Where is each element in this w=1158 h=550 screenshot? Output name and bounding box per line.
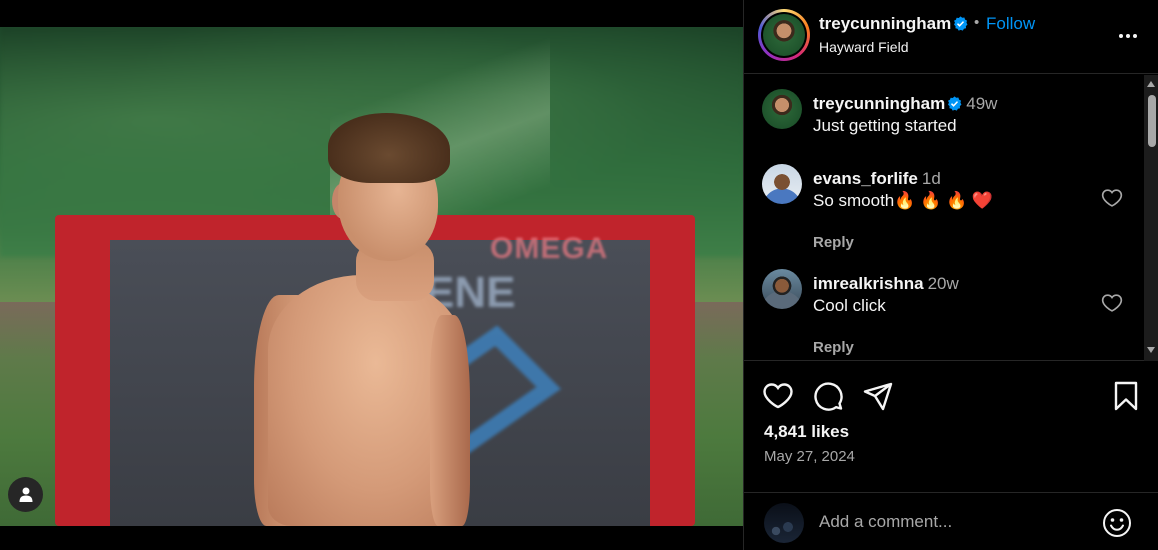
comments-list[interactable]: treycunningham 49w Just getting started … [744, 75, 1158, 361]
current-user-avatar [764, 503, 804, 543]
post-media: OMEGA ENE [0, 0, 743, 550]
post-date[interactable]: May 27, 2024 [764, 448, 855, 465]
comment-time[interactable]: 20w [928, 274, 959, 293]
add-comment-bar [744, 492, 1158, 550]
author-avatar [763, 14, 805, 56]
reply-button[interactable]: Reply [813, 234, 854, 251]
comment-text: Cool click [813, 296, 886, 315]
commenter-avatar[interactable] [762, 164, 802, 204]
scroll-down-arrow-icon[interactable] [1147, 347, 1155, 353]
comment-item: evans_forlife 1d So smooth🔥 🔥 🔥 ❤️ Reply [762, 164, 1142, 254]
comment-header: evans_forlife 1d [813, 169, 941, 189]
comment-like-heart-icon[interactable] [1101, 292, 1123, 314]
follow-button[interactable]: Follow [986, 14, 1035, 34]
comment-header: treycunningham 49w [813, 94, 997, 114]
smiley-icon[interactable] [1102, 508, 1132, 538]
more-options-button[interactable] [1114, 24, 1142, 48]
header-separator: • [974, 14, 980, 31]
comment-header: imrealkrishna 20w [813, 274, 959, 294]
comments-scrollbar[interactable] [1144, 75, 1158, 361]
person-icon [19, 487, 32, 502]
caption-comment: treycunningham 49w Just getting started [762, 89, 1142, 139]
comment-username[interactable]: treycunningham [813, 94, 945, 113]
commenter-avatar[interactable] [762, 269, 802, 309]
comment-text: Just getting started [813, 116, 957, 135]
comment-username[interactable]: evans_forlife [813, 169, 918, 188]
heart-icon[interactable] [762, 380, 794, 412]
scroll-up-arrow-icon[interactable] [1147, 81, 1155, 87]
photo-board-logo: OMEGA [490, 232, 609, 265]
post-header: treycunningham • Follow Hayward Field [744, 0, 1158, 74]
user-tags-button[interactable] [8, 477, 43, 512]
comment-time[interactable]: 49w [966, 94, 997, 113]
bookmark-icon[interactable] [1110, 380, 1142, 412]
comment-text: So smooth🔥 🔥 🔥 ❤️ [813, 191, 994, 210]
scroll-thumb[interactable] [1148, 95, 1156, 147]
comment-like-heart-icon[interactable] [1101, 187, 1123, 209]
add-comment-input[interactable] [819, 511, 1089, 533]
ellipsis-icon [1119, 34, 1137, 38]
athlete-right-arm [430, 315, 470, 526]
verified-badge-icon [954, 16, 968, 31]
athlete-hair [328, 113, 450, 183]
post-location[interactable]: Hayward Field [819, 39, 908, 55]
speech-bubble-icon[interactable] [812, 380, 844, 412]
like-count[interactable]: 4,841 likes [764, 422, 849, 442]
photo-athlete [254, 105, 470, 526]
post-actions-bar [744, 376, 1158, 416]
verified-badge-icon [948, 96, 962, 111]
author-username[interactable]: treycunningham [819, 14, 951, 33]
reply-button[interactable]: Reply [813, 339, 854, 356]
author-username-row[interactable]: treycunningham [819, 14, 968, 34]
paper-plane-icon[interactable] [862, 380, 894, 412]
comment-time[interactable]: 1d [922, 169, 941, 188]
comment-item: imrealkrishna 20w Cool click Reply [762, 269, 1142, 359]
comment-username[interactable]: imrealkrishna [813, 274, 924, 293]
author-avatar-story-ring[interactable] [758, 9, 810, 61]
commenter-avatar[interactable] [762, 89, 802, 129]
post-side-panel: treycunningham • Follow Hayward Field tr… [743, 0, 1158, 550]
